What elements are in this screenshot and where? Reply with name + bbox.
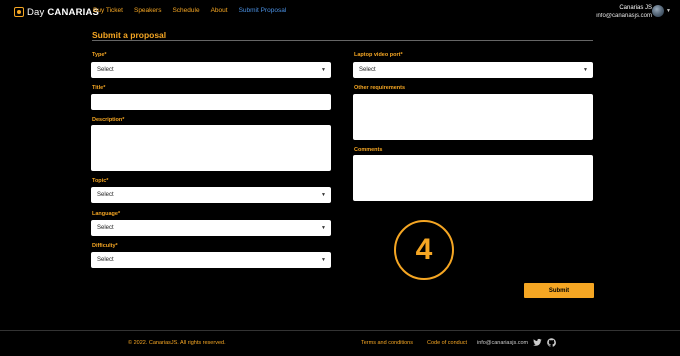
laptop-port-select-value: Select <box>359 67 376 73</box>
chevron-down-icon: ▼ <box>321 225 326 231</box>
description-textarea[interactable] <box>91 125 331 171</box>
nav-schedule[interactable]: Schedule <box>172 7 199 14</box>
chevron-down-icon: ▼ <box>583 67 588 73</box>
topic-select-value: Select <box>97 192 114 198</box>
description-label: Description* <box>92 117 125 123</box>
logo[interactable]: Day CANARIAS <box>14 6 99 18</box>
footer-links: Terms and conditions Code of conduct <box>361 340 467 346</box>
laptop-port-select[interactable]: Select ▼ <box>353 62 593 78</box>
nav-submit-proposal[interactable]: Submit Proposal <box>239 7 287 14</box>
code-of-conduct-link[interactable]: Code of conduct <box>427 340 467 346</box>
chevron-down-icon[interactable]: ▼ <box>666 8 671 14</box>
step-number: 4 <box>394 220 454 280</box>
logo-text: Day CANARIAS <box>27 6 100 18</box>
title-divider <box>92 40 593 41</box>
footer-email[interactable]: info@canariasjs.com <box>477 340 528 346</box>
submit-button[interactable]: Submit <box>524 283 594 298</box>
page-title: Submit a proposal <box>92 30 167 40</box>
nav-buy-ticket[interactable]: Buy Ticket <box>93 7 123 14</box>
type-select[interactable]: Select ▼ <box>91 62 331 78</box>
copyright-text: © 2022. CanariasJS. All rights reserved. <box>128 340 226 346</box>
footer-divider <box>0 330 680 331</box>
language-select[interactable]: Select ▼ <box>91 220 331 236</box>
avatar[interactable] <box>652 5 664 17</box>
terms-link[interactable]: Terms and conditions <box>361 340 413 346</box>
type-label: Type* <box>92 52 107 58</box>
laptop-port-label: Laptop video port* <box>354 52 403 58</box>
comments-label: Comments <box>354 147 383 153</box>
github-icon[interactable] <box>547 338 556 347</box>
nav-about[interactable]: About <box>211 7 228 14</box>
nav-speakers[interactable]: Speakers <box>134 7 161 14</box>
logo-icon <box>14 7 24 17</box>
difficulty-label: Difficulty* <box>92 243 118 249</box>
other-requirements-textarea[interactable] <box>353 94 593 140</box>
chevron-down-icon: ▼ <box>321 257 326 263</box>
user-info[interactable]: Canarias JS info@canariasjs.com <box>596 4 652 20</box>
topic-label: Topic* <box>92 178 109 184</box>
user-email: info@canariasjs.com <box>596 13 652 19</box>
user-name: Canarias JS <box>619 5 652 11</box>
top-header: Day CANARIAS Buy Ticket Speakers Schedul… <box>0 0 680 24</box>
topic-select[interactable]: Select ▼ <box>91 187 331 203</box>
chevron-down-icon: ▼ <box>321 67 326 73</box>
twitter-icon[interactable] <box>533 338 542 347</box>
title-input[interactable] <box>91 94 331 110</box>
difficulty-select-value: Select <box>97 257 114 263</box>
language-label: Language* <box>92 211 121 217</box>
difficulty-select[interactable]: Select ▼ <box>91 252 331 268</box>
main-nav: Buy Ticket Speakers Schedule About Submi… <box>93 7 286 14</box>
comments-textarea[interactable] <box>353 155 593 201</box>
language-select-value: Select <box>97 225 114 231</box>
type-select-value: Select <box>97 67 114 73</box>
title-label: Title* <box>92 85 106 91</box>
other-requirements-label: Other requirements <box>354 85 406 91</box>
chevron-down-icon: ▼ <box>321 192 326 198</box>
